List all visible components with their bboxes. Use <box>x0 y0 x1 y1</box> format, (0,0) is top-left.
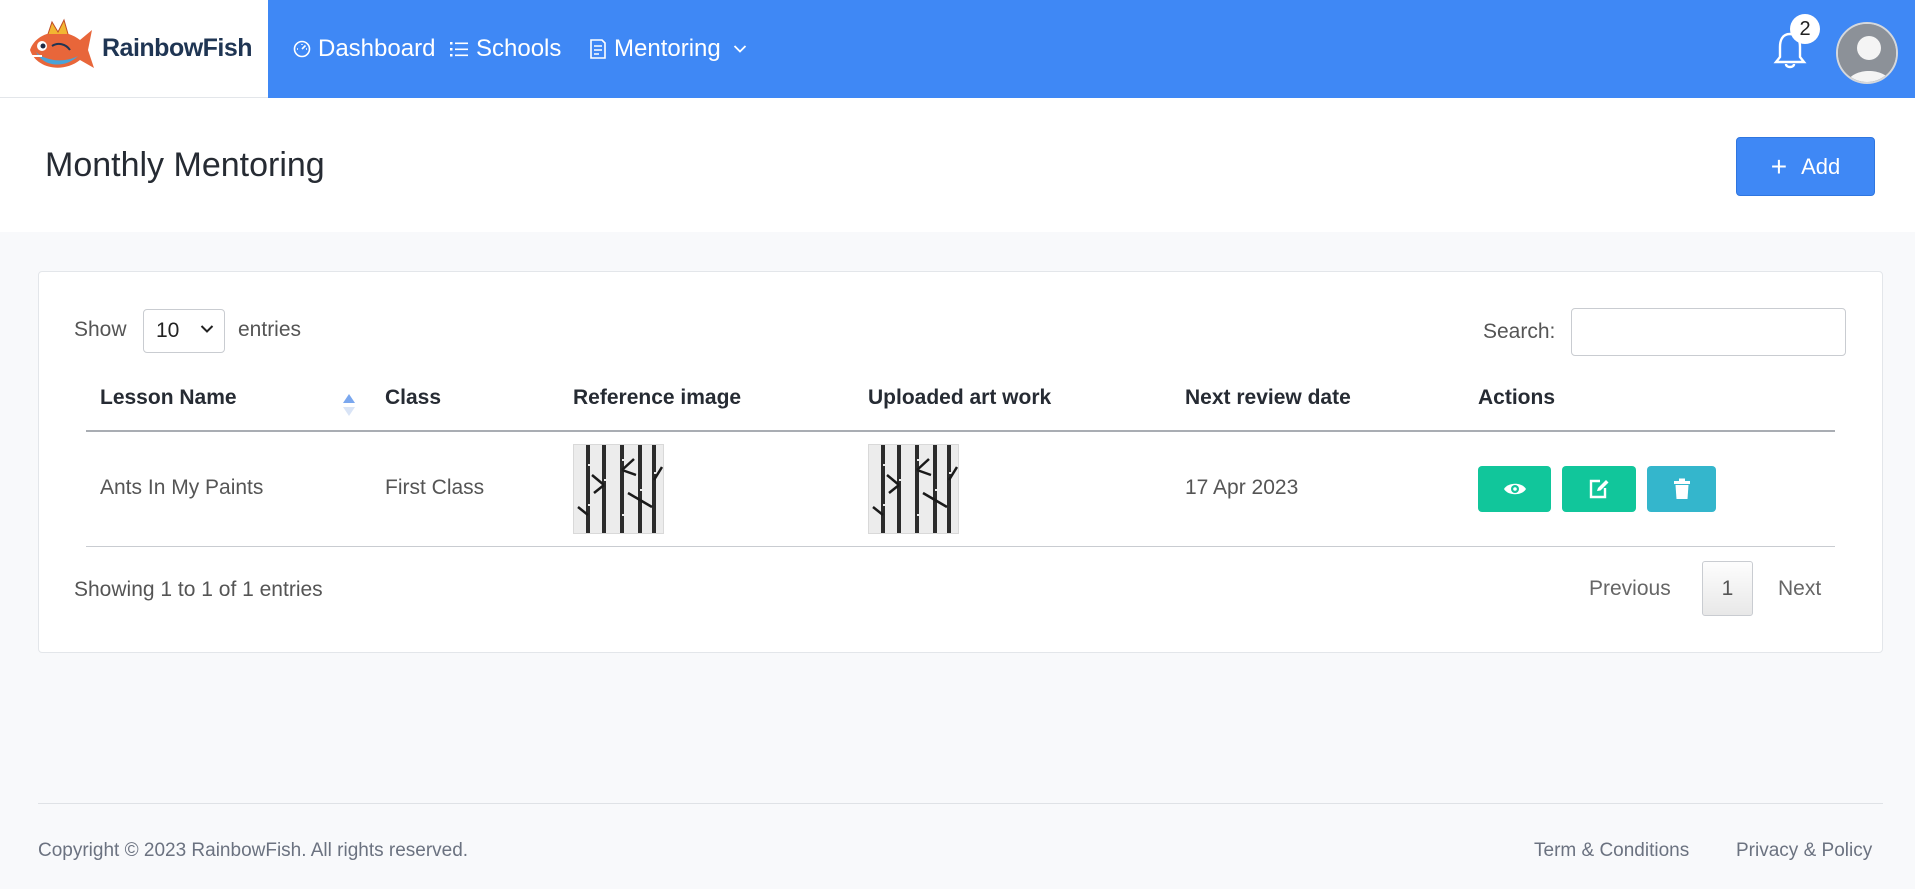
cell-lesson-name: Ants In My Paints <box>100 476 264 499</box>
document-icon <box>590 39 606 59</box>
footer-terms-link[interactable]: Term & Conditions <box>1534 840 1689 862</box>
view-button[interactable] <box>1478 466 1551 512</box>
nav-schools[interactable]: Schools <box>449 0 561 98</box>
table-header-divider <box>86 430 1835 432</box>
column-header-uploaded-art-work[interactable]: Uploaded art work <box>868 386 1051 410</box>
delete-button[interactable] <box>1647 466 1716 512</box>
user-avatar[interactable] <box>1836 22 1898 84</box>
bamboo-painting-image <box>869 445 958 533</box>
eye-icon <box>1503 483 1526 495</box>
column-header-next-review-date[interactable]: Next review date <box>1185 386 1351 410</box>
nav-dashboard[interactable]: Dashboard <box>293 0 435 98</box>
table-info: Showing 1 to 1 of 1 entries <box>74 578 323 601</box>
nav-dashboard-label: Dashboard <box>318 35 436 62</box>
nav-mentoring-dropdown[interactable]: Mentoring <box>589 0 754 98</box>
edit-button[interactable] <box>1562 466 1636 512</box>
top-navbar <box>0 0 1915 98</box>
chevron-down-icon <box>200 325 214 333</box>
uploaded-art-work-thumbnail[interactable] <box>868 444 959 534</box>
nav-schools-label: Schools <box>476 35 562 62</box>
table-row-divider <box>86 546 1835 547</box>
nav-mentoring-label: Mentoring <box>614 35 721 62</box>
sort-ascending-icon <box>343 394 355 416</box>
fish-logo-icon <box>30 18 94 68</box>
column-header-actions: Actions <box>1478 386 1556 409</box>
pagination-next[interactable]: Next <box>1778 577 1821 601</box>
plus-icon: + <box>1770 150 1788 182</box>
search-input[interactable] <box>1571 308 1846 356</box>
footer-copyright: Copyright © 2023 RainbowFish. All rights… <box>38 840 469 861</box>
entries-label: entries <box>238 318 302 341</box>
list-icon <box>450 42 468 57</box>
footer-divider <box>38 803 1883 804</box>
column-header-lesson-name[interactable]: Lesson Name <box>100 386 237 410</box>
gauge-icon <box>293 40 311 58</box>
edit-icon <box>1589 479 1609 499</box>
add-button[interactable]: + Add <box>1736 137 1875 196</box>
pagination-page-1[interactable]: 1 <box>1702 561 1753 616</box>
brand-logo[interactable]: RainbowFish <box>0 0 268 98</box>
footer-privacy-link[interactable]: Privacy & Policy <box>1736 840 1872 862</box>
brand-name: RainbowFish <box>102 34 253 62</box>
column-header-class[interactable]: Class <box>385 386 441 410</box>
column-header-reference-image[interactable]: Reference image <box>573 386 741 410</box>
cell-class: First Class <box>385 476 485 499</box>
search-label: Search: <box>1483 320 1556 343</box>
cell-next-review-date: 17 Apr 2023 <box>1185 476 1299 499</box>
page-size-value: 10 <box>156 319 180 342</box>
show-label: Show <box>74 318 127 341</box>
add-button-label: Add <box>1801 153 1841 179</box>
trash-icon <box>1673 478 1690 499</box>
chevron-down-icon <box>733 45 746 53</box>
bamboo-painting-image <box>574 445 663 533</box>
notification-badge: 2 <box>1790 14 1820 44</box>
reference-image-thumbnail[interactable] <box>573 444 664 534</box>
pagination-previous[interactable]: Previous <box>1589 577 1671 601</box>
page-title: Monthly Mentoring <box>45 146 325 184</box>
page-size-select[interactable]: 10 <box>143 309 225 353</box>
